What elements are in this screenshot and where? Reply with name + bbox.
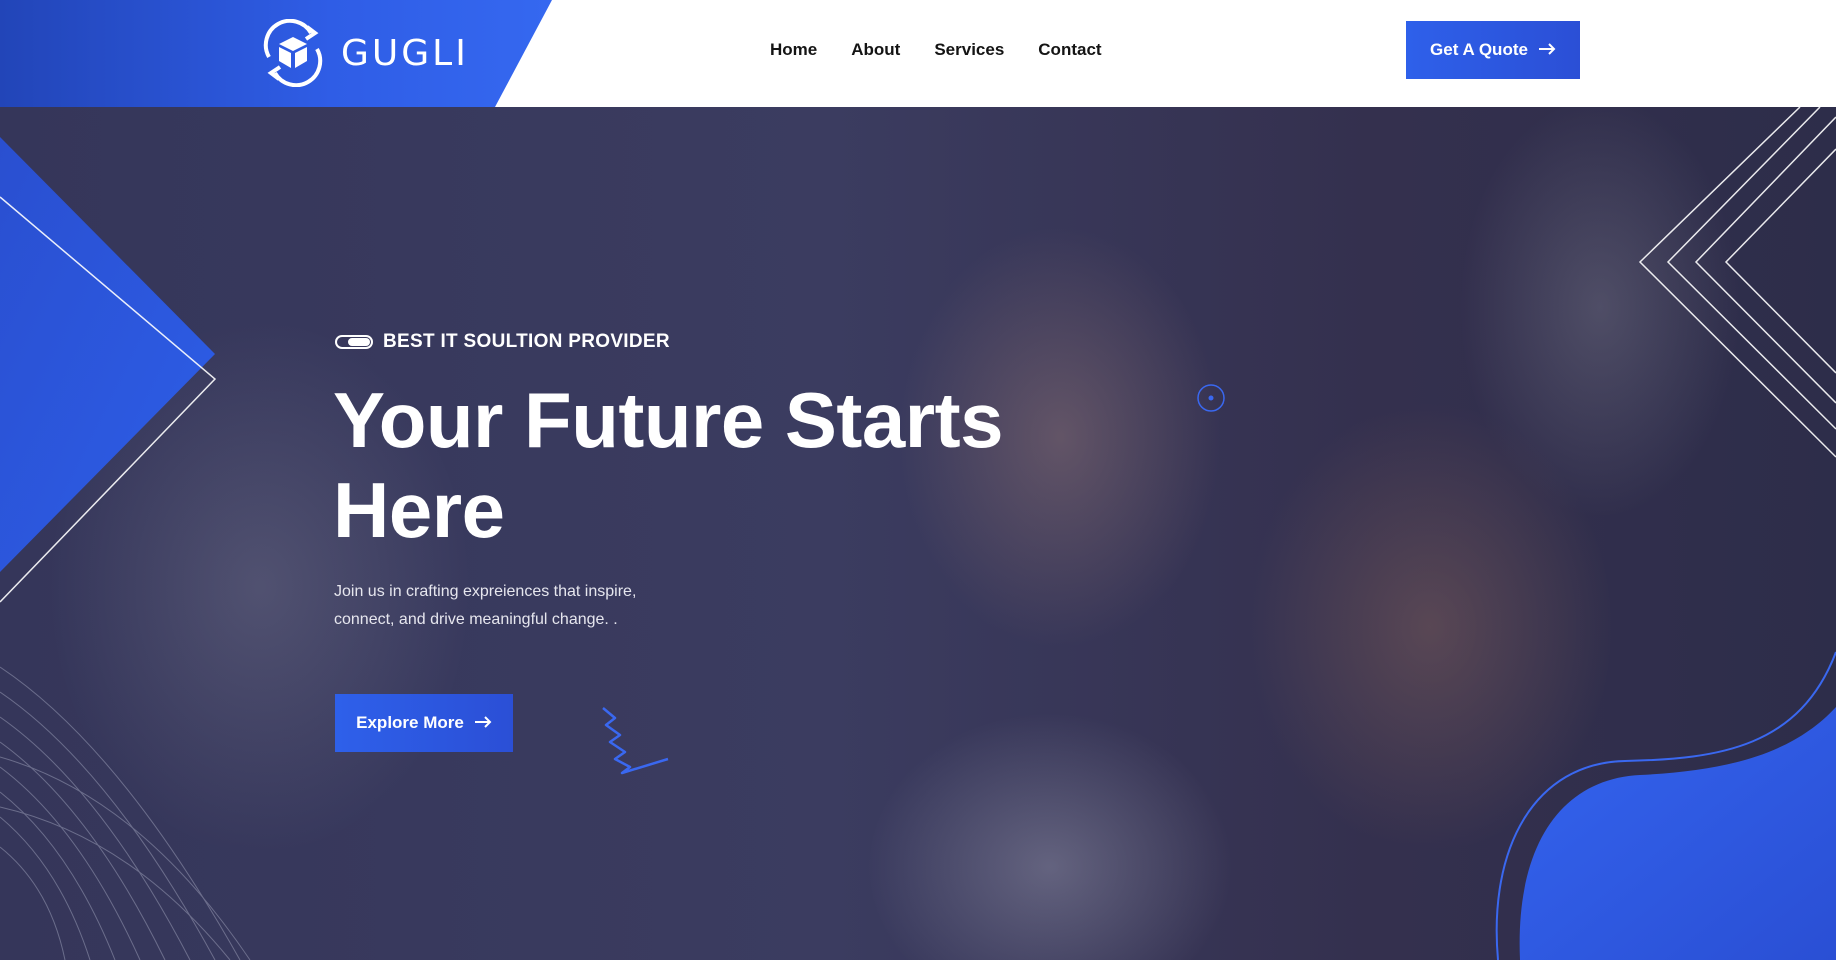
- nav-contact[interactable]: Contact: [1038, 40, 1101, 60]
- subtext-line-1: Join us in crafting expreiences that ins…: [334, 583, 637, 600]
- arrow-right-icon: [1538, 40, 1556, 60]
- logo[interactable]: GUGLI: [259, 19, 469, 87]
- hero-tagline: BEST IT SOULTION PROVIDER: [335, 331, 670, 353]
- site-header: GUGLI Home About Services Contact Get A …: [0, 0, 1836, 107]
- logo-text: GUGLI: [341, 32, 469, 74]
- headline-line-1: Your Future Starts: [333, 376, 1003, 464]
- nav-services[interactable]: Services: [934, 40, 1004, 60]
- bottom-right-blob: [1519, 707, 1836, 960]
- nav-about[interactable]: About: [851, 40, 900, 60]
- arrow-right-icon: [474, 713, 492, 733]
- subtext-line-2: connect, and drive meaningful change. .: [334, 611, 618, 628]
- hero-section: BEST IT SOULTION PROVIDER Your Future St…: [0, 107, 1836, 960]
- explore-more-label: Explore More: [356, 713, 464, 732]
- left-mesh-lines: [0, 666, 251, 960]
- toggle-pill-icon: [335, 335, 373, 349]
- nav-home[interactable]: Home: [770, 40, 817, 60]
- get-quote-button[interactable]: Get A Quote: [1406, 21, 1580, 79]
- cube-cycle-icon: [259, 19, 327, 87]
- right-chevron-lines: [1638, 107, 1836, 458]
- squiggle-decoration: [602, 707, 669, 775]
- main-nav: Home About Services Contact: [770, 40, 1102, 60]
- headline-line-2: Here: [333, 466, 505, 554]
- tagline-text: BEST IT SOULTION PROVIDER: [383, 331, 670, 352]
- explore-more-button[interactable]: Explore More: [335, 694, 513, 752]
- hero-subtext: Join us in crafting expreiences that ins…: [334, 578, 674, 634]
- get-quote-label: Get A Quote: [1430, 40, 1528, 59]
- target-dot-icon: [1197, 384, 1225, 412]
- left-triangle-shape: [0, 137, 215, 572]
- hero-headline: Your Future Starts Here: [333, 375, 1093, 555]
